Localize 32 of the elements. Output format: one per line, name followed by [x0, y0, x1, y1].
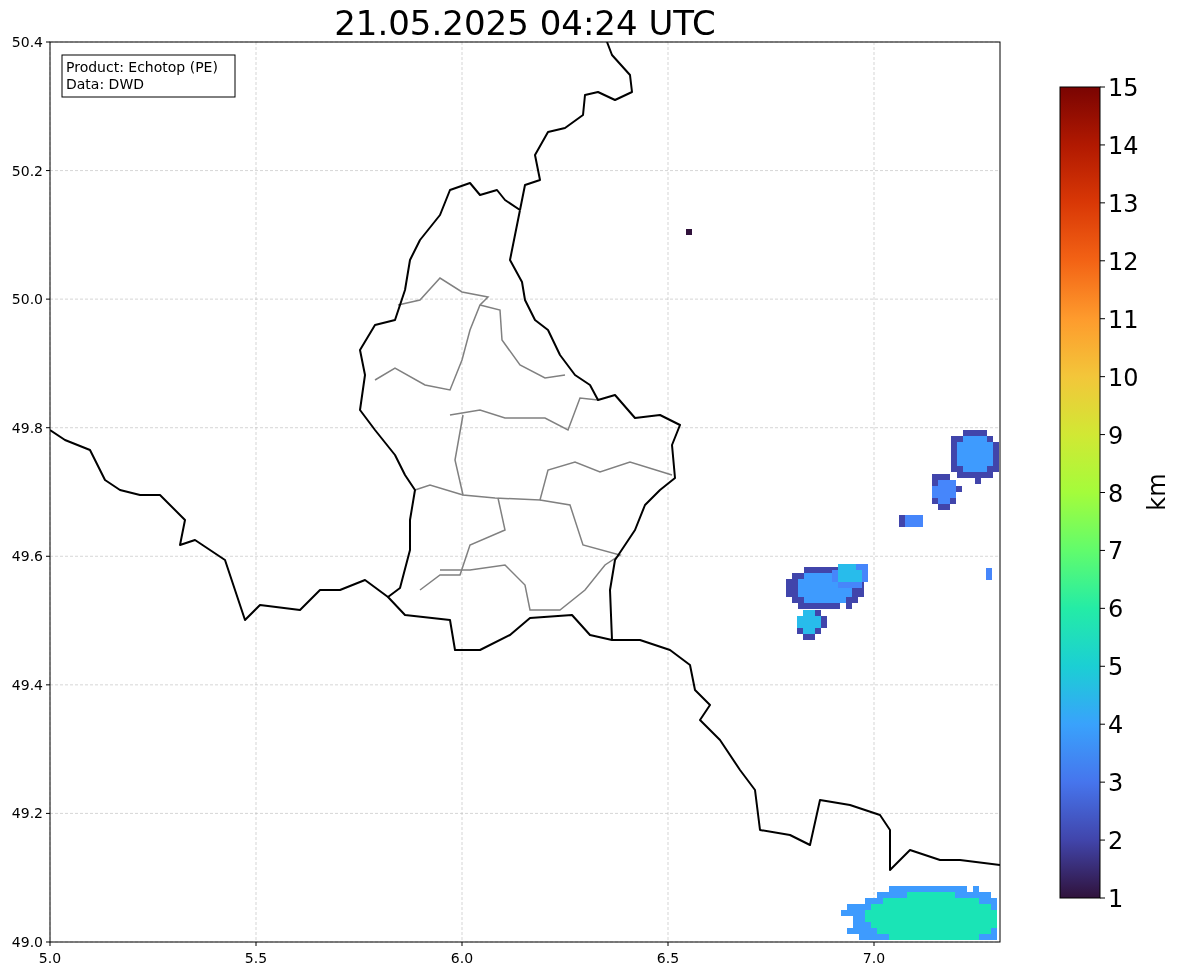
axis-tick-label: 5.5: [244, 950, 268, 966]
colorbar-tick-label: 12: [1108, 247, 1139, 276]
axis-tick-label: 6.5: [656, 950, 680, 966]
colorbar-tick-label: 2: [1108, 827, 1124, 856]
axis-tick-label: 7.0: [862, 950, 886, 966]
colorbar-tick-label: 13: [1108, 189, 1139, 218]
colorbar-tick-label: 10: [1108, 363, 1139, 392]
axis-tick-label: 6.0: [450, 950, 474, 966]
axis-tick-label: 5.0: [38, 950, 62, 966]
colorbar-tick-label: 4: [1108, 711, 1124, 740]
axis-tick-label: 49.4: [11, 676, 43, 693]
axis-tick-label: 50.4: [11, 34, 43, 50]
axis-tick-label: 49.0: [11, 934, 43, 950]
colorbar-tick-label: 7: [1108, 537, 1124, 566]
colorbar-tick-label: 14: [1108, 131, 1139, 160]
chart-title: 21.05.2025 04:24 UTC: [334, 3, 716, 43]
colorbar-tick-label: 11: [1108, 305, 1139, 334]
colorbar-tick-label: 6: [1108, 595, 1124, 624]
colorbar-tick-label: 3: [1108, 769, 1124, 798]
colorbar-tick-label: 8: [1108, 479, 1124, 508]
axis-tick-label: 49.2: [11, 805, 43, 822]
legend-text: Product: Echotop (PE): [66, 59, 218, 75]
colorbar-label: km: [1143, 473, 1171, 511]
colorbar-tick-label: 5: [1108, 653, 1124, 682]
axis-tick-label: 49.8: [11, 419, 43, 436]
axis-tick-label: 50.2: [11, 162, 43, 179]
colorbar-tick-label: 1: [1108, 885, 1124, 913]
axis-tick-label: 50.0: [11, 291, 43, 308]
colorbar-tick-label: 15: [1108, 74, 1139, 102]
legend-text: Data: DWD: [66, 76, 144, 92]
colorbar-tick-label: 9: [1108, 421, 1124, 450]
axis-tick-label: 49.6: [11, 548, 43, 565]
